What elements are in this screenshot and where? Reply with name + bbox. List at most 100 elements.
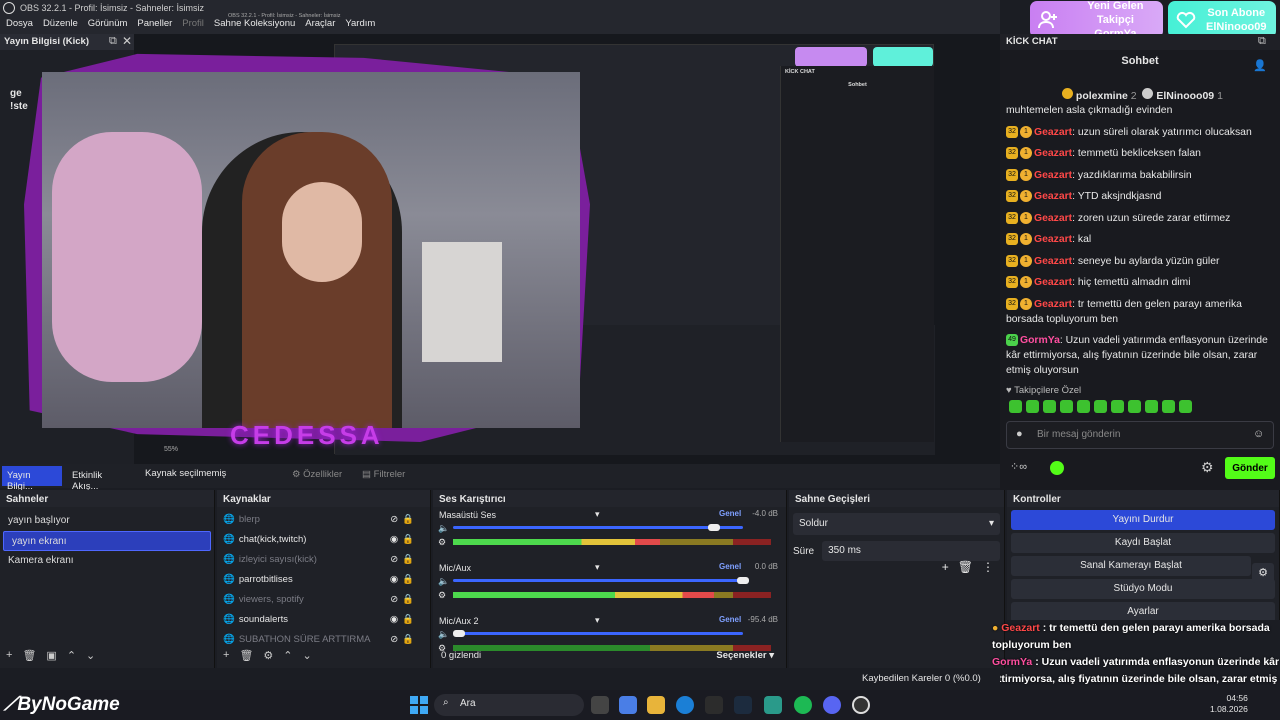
users-icon[interactable]: 👤 — [1253, 59, 1267, 72]
start-virtual-camera-button[interactable]: Sanal Kamerayı Başlat — [1011, 556, 1251, 576]
lock-icon[interactable]: 🔒 — [402, 634, 414, 645]
mixer-settings-icon[interactable]: ⚙ — [438, 590, 446, 601]
chat-input[interactable]: Bir mesaj gönderin — [1006, 421, 1274, 449]
volume-slider[interactable] — [453, 526, 743, 529]
emote-icon[interactable] — [1009, 400, 1022, 413]
eye-hidden-icon[interactable]: ⊘ — [390, 554, 398, 565]
add-icon[interactable]: + — [6, 649, 12, 662]
source-item[interactable]: 🌐 soundalerts ◉ 🔒 — [217, 609, 430, 629]
source-item[interactable]: 🌐 izleyici sayısı(kick) ⊘ 🔒 — [217, 549, 430, 569]
move-up-icon[interactable]: ⌃ — [283, 649, 292, 662]
discord-icon[interactable] — [823, 696, 841, 714]
source-item[interactable]: 🌐 parrotbitlises ◉ 🔒 — [217, 569, 430, 589]
emote-icon[interactable] — [1162, 400, 1175, 413]
mixer-settings-icon[interactable]: ⚙ — [438, 537, 446, 548]
speaker-icon[interactable]: 🔈 — [438, 629, 449, 640]
float-chat-icon[interactable]: ⧉ — [1258, 35, 1266, 48]
trash-icon[interactable]: 🗑 — [22, 649, 36, 662]
task-view-icon[interactable] — [591, 696, 609, 714]
lock-icon[interactable]: 🔒 — [402, 614, 414, 625]
taskbar-search[interactable]: ⌕ Ara — [434, 694, 584, 716]
settings-gear-icon[interactable]: ⚙ — [1201, 459, 1214, 476]
emote-icon[interactable] — [1179, 400, 1192, 413]
start-recording-button[interactable]: Kaydı Başlat — [1011, 533, 1275, 553]
lock-icon[interactable]: 🔒 — [402, 534, 414, 545]
eye-hidden-icon[interactable]: ⊘ — [390, 514, 398, 525]
move-down-icon[interactable]: ⌄ — [303, 649, 312, 662]
menu-profile[interactable]: Profil — [182, 18, 204, 29]
edge-icon[interactable] — [676, 696, 694, 714]
eye-icon[interactable]: ◉ — [390, 534, 398, 545]
emote-icon[interactable] — [1043, 400, 1056, 413]
steam-icon[interactable] — [734, 696, 752, 714]
menu-tools[interactable]: Araçlar — [305, 18, 335, 29]
scene-item[interactable]: yayın ekranı — [3, 531, 211, 551]
virtual-camera-settings-icon[interactable]: ⚙ — [1252, 563, 1274, 583]
move-down-icon[interactable]: ⌄ — [86, 649, 95, 662]
duration-input[interactable]: 350 ms — [822, 541, 1000, 561]
eye-hidden-icon[interactable]: ⊘ — [390, 634, 398, 645]
trash-icon[interactable]: 🗑 — [958, 560, 973, 574]
menu-file[interactable]: Dosya — [6, 18, 33, 29]
volume-knob[interactable] — [708, 524, 720, 531]
move-up-icon[interactable]: ⌃ — [67, 649, 76, 662]
source-item[interactable]: 🌐 SUBATHON SÜRE ARTTIRMA ⊘ 🔒 — [217, 629, 430, 649]
filter-icon[interactable]: ▣ — [46, 649, 56, 662]
lock-icon[interactable]: 🔒 — [402, 554, 414, 565]
mixer-options-button[interactable]: Seçenekler ▾ — [716, 650, 774, 661]
volume-slider[interactable] — [453, 579, 743, 582]
app-icon[interactable] — [764, 696, 782, 714]
scene-item[interactable]: Kamera ekranı — [0, 551, 214, 571]
copilot-icon[interactable] — [619, 696, 637, 714]
file-explorer-icon[interactable] — [647, 696, 665, 714]
emote-icon[interactable] — [1077, 400, 1090, 413]
menu-help[interactable]: Yardım — [345, 18, 375, 29]
close-dock-icon[interactable]: ✕ — [122, 34, 132, 48]
properties-button[interactable]: ⚙ Özellikler — [288, 466, 346, 484]
chevron-down-icon[interactable]: ▾ — [595, 509, 600, 520]
menu-docks[interactable]: Paneller — [137, 18, 172, 29]
store-icon[interactable] — [705, 696, 723, 714]
lock-icon[interactable]: 🔒 — [402, 594, 414, 605]
emote-icon[interactable] — [1145, 400, 1158, 413]
lock-icon[interactable]: 🔒 — [402, 514, 414, 525]
emote-icon[interactable] — [1128, 400, 1141, 413]
tab-stream-info[interactable]: Yayın Bilgi... — [2, 466, 62, 492]
send-button[interactable]: Gönder — [1225, 457, 1275, 479]
add-icon[interactable]: + — [223, 649, 229, 662]
pause-chat-icon[interactable]: ⁘∞ — [1010, 460, 1027, 473]
transition-select[interactable]: Soldur ▾ — [793, 513, 1000, 535]
settings-button[interactable]: Ayarlar — [1011, 602, 1275, 620]
trash-icon[interactable]: 🗑 — [239, 649, 253, 662]
emoji-icon[interactable]: ☺ — [1253, 428, 1264, 440]
spotify-icon[interactable] — [794, 696, 812, 714]
volume-slider[interactable] — [453, 632, 743, 635]
gear-icon[interactable]: ⚙ — [263, 649, 273, 662]
volume-knob[interactable] — [452, 630, 465, 637]
float-dock-icon[interactable]: ⧉ — [109, 35, 117, 48]
tab-activity-feed[interactable]: Etkinlik Akış... — [68, 466, 132, 492]
chevron-down-icon[interactable]: ▾ — [595, 615, 600, 626]
scene-item[interactable]: yayın başlıyor — [0, 511, 214, 531]
menu-scene-collection[interactable]: Sahne Koleksiyonu — [214, 18, 295, 29]
add-icon[interactable]: + — [942, 560, 949, 574]
emote-icon[interactable] — [1060, 400, 1073, 413]
emote-icon[interactable] — [1094, 400, 1107, 413]
lock-icon[interactable]: 🔒 — [402, 574, 414, 585]
eye-icon[interactable]: ◉ — [390, 614, 398, 625]
volume-knob[interactable] — [737, 577, 749, 584]
eye-icon[interactable]: ◉ — [390, 574, 398, 585]
speaker-icon[interactable]: 🔈 — [438, 576, 449, 587]
studio-mode-button[interactable]: Stüdyo Modu — [1011, 579, 1275, 599]
source-item[interactable]: 🌐 chat(kick,twitch) ◉ 🔒 — [217, 529, 430, 549]
stop-streaming-button[interactable]: Yayını Durdur — [1011, 510, 1275, 530]
chevron-down-icon[interactable]: ▾ — [595, 562, 600, 573]
source-item[interactable]: 🌐 viewers, spotify ⊘ 🔒 — [217, 589, 430, 609]
more-icon[interactable]: ⋮ — [982, 560, 994, 574]
filters-button[interactable]: ▤ Filtreler — [358, 466, 409, 484]
speaker-icon[interactable]: 🔈 — [438, 523, 449, 534]
menu-view[interactable]: Görünüm — [88, 18, 128, 29]
obs-taskbar-icon[interactable] — [852, 696, 870, 714]
emote-icon[interactable] — [1111, 400, 1124, 413]
emote-icon[interactable] — [1026, 400, 1039, 413]
